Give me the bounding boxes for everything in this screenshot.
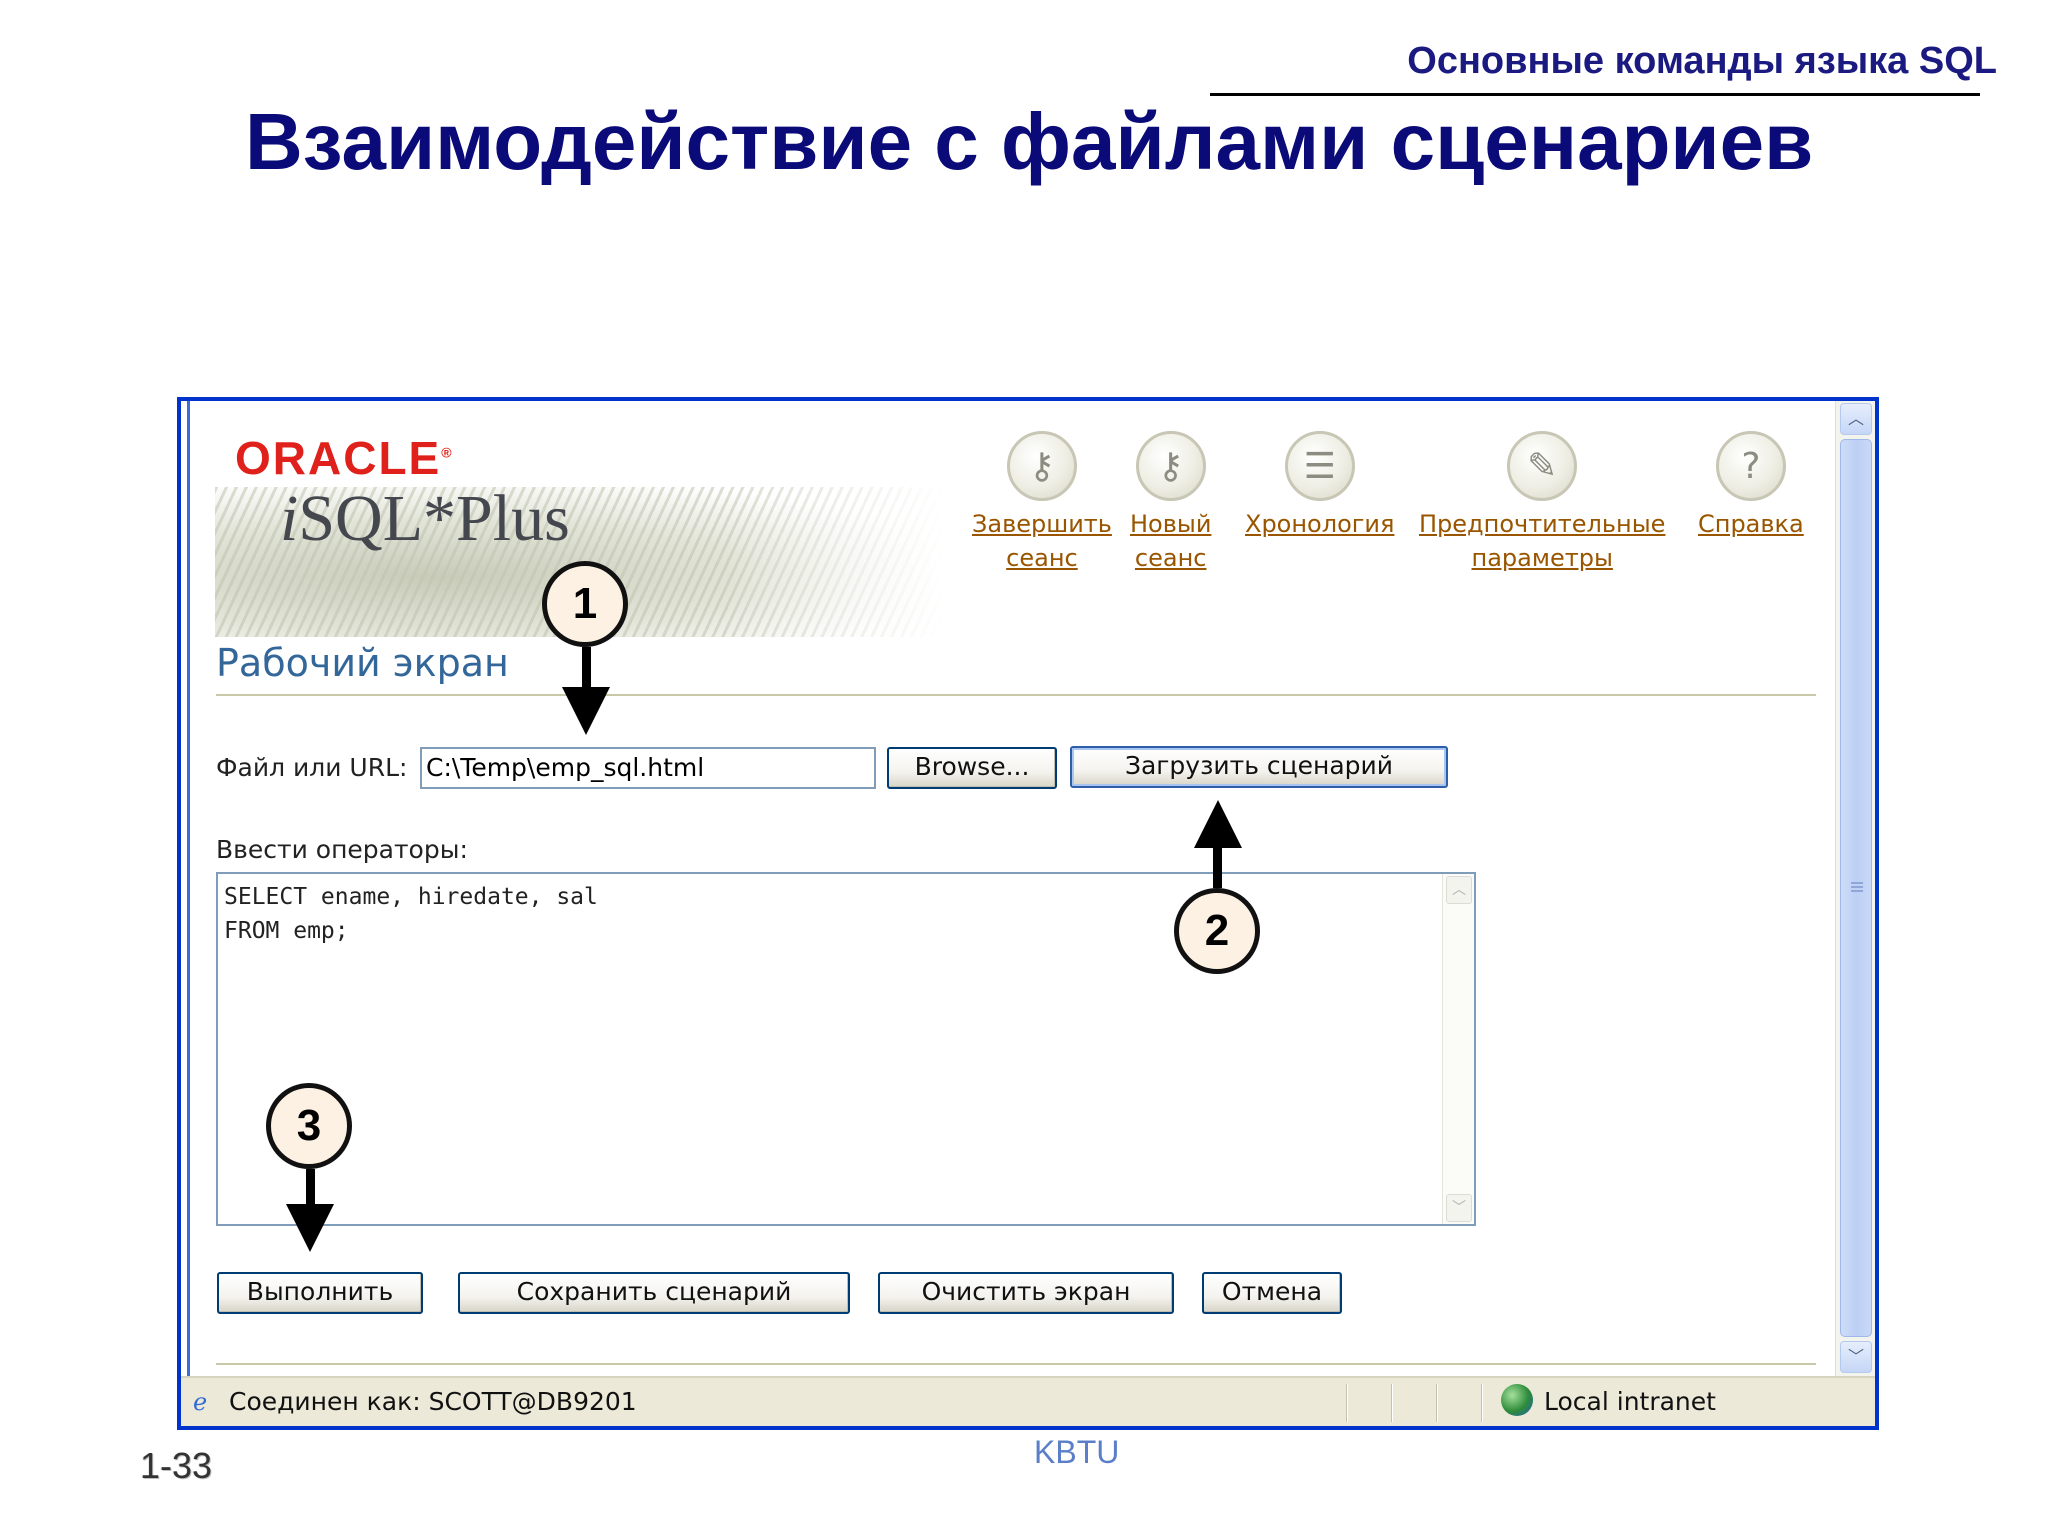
arrow-1-stem [582, 647, 591, 687]
status-divider [1436, 1384, 1438, 1422]
tool-help[interactable]: ? Справка [1698, 431, 1804, 541]
status-divider [1391, 1384, 1393, 1422]
bottom-rule [216, 1363, 1816, 1365]
grip-icon [1851, 882, 1863, 894]
tool-logout[interactable]: ⚷ Завершить сеанс [972, 431, 1112, 575]
product-name: iSQL*Plus [280, 482, 570, 555]
connection-status: Соединен как: SCOTT@DB9201 [229, 1387, 637, 1416]
browse-button[interactable]: Browse... [887, 747, 1057, 789]
callout-3: 3 [266, 1083, 352, 1169]
callout-1: 1 [542, 561, 628, 647]
clear-screen-button[interactable]: Очистить экран [878, 1272, 1174, 1314]
status-divider [1346, 1384, 1348, 1422]
arrow-2-head [1194, 800, 1242, 848]
history-icon: ☰ [1284, 431, 1355, 501]
tool-preferences[interactable]: ✎ Предпочтительные параметры [1419, 431, 1665, 575]
tool-logout-label[interactable]: Завершить сеанс [972, 507, 1112, 575]
page-number: 1-33 [140, 1445, 213, 1486]
slide-title: Взаимодействие с файлами сценариев [245, 97, 1814, 186]
cancel-button[interactable]: Отмена [1202, 1272, 1342, 1314]
status-bar: ℯ Соединен как: SCOTT@DB9201 Local intra… [181, 1376, 1875, 1426]
status-divider [1481, 1384, 1483, 1422]
footer-org: KBTU [1034, 1434, 1120, 1470]
browser-window: ORACLE® iSQL*Plus ⚷ Завершить сеанс ⚷ Но… [177, 397, 1879, 1430]
tool-help-label[interactable]: Справка [1698, 507, 1804, 541]
tool-new-session[interactable]: ⚷ Новый сеанс [1130, 431, 1211, 575]
save-script-button[interactable]: Сохранить сценарий [458, 1272, 850, 1314]
ie-page-icon: ℯ [193, 1388, 208, 1416]
file-url-input[interactable]: C:\Temp\emp_sql.html [420, 747, 876, 789]
oracle-logo: ORACLE® [235, 432, 454, 484]
arrow-3-head [286, 1204, 334, 1252]
file-label: Файл или URL: [216, 753, 408, 782]
editor-scroll-up-icon[interactable]: ︿ [1446, 876, 1472, 904]
editor-scroll-down-icon[interactable]: ﹀ [1446, 1194, 1472, 1222]
scroll-up-icon[interactable]: ︿ [1840, 403, 1872, 435]
tool-new-session-label[interactable]: Новый сеанс [1130, 507, 1211, 575]
statements-label: Ввести операторы: [216, 835, 468, 864]
help-icon: ? [1715, 431, 1786, 501]
execute-button[interactable]: Выполнить [217, 1272, 423, 1314]
key-icon: ⚷ [1135, 431, 1206, 501]
callout-2: 2 [1174, 888, 1260, 974]
tool-preferences-label[interactable]: Предпочтительные параметры [1419, 507, 1665, 575]
editor-scrollbar[interactable]: ︿ ﹀ [1442, 874, 1474, 1224]
arrow-3-stem [306, 1169, 315, 1204]
tool-history-label[interactable]: Хронология [1245, 507, 1394, 541]
scroll-down-icon[interactable]: ﹀ [1840, 1341, 1872, 1373]
page-scrollbar[interactable]: ︿ ﹀ [1835, 401, 1875, 1376]
arrow-2-stem [1213, 848, 1222, 888]
logout-key-icon: ⚷ [1006, 431, 1077, 501]
load-script-button[interactable]: Загрузить сценарий [1070, 746, 1448, 788]
preferences-icon: ✎ [1507, 431, 1578, 501]
section-rule [216, 694, 1816, 696]
sql-editor[interactable]: SELECT ename, hiredate, sal FROM emp; ︿ … [216, 872, 1476, 1226]
arrow-1-head [562, 687, 610, 735]
tool-history[interactable]: ☰ Хронология [1245, 431, 1394, 541]
page-content: ORACLE® iSQL*Plus ⚷ Завершить сеанс ⚷ Но… [187, 401, 1835, 1376]
sql-text: SELECT ename, hiredate, sal FROM emp; [224, 884, 598, 944]
scroll-thumb[interactable] [1840, 439, 1872, 1337]
zone-status: Local intranet [1544, 1387, 1716, 1416]
intranet-globe-icon [1501, 1384, 1533, 1416]
section-title: Рабочий экран [216, 641, 509, 685]
slide-subtitle: Основные команды языка SQL [1407, 40, 1997, 82]
